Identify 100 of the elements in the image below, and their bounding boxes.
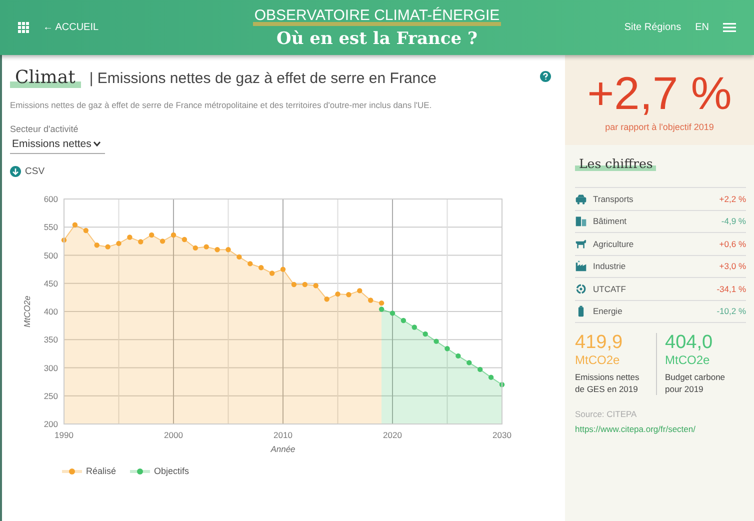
sector-value: +3,0 %: [719, 261, 746, 272]
stat-value: 419,9: [575, 333, 624, 353]
field-label: Secteur d'activité: [10, 124, 80, 134]
data-point: [478, 366, 483, 372]
data-point: [346, 292, 352, 298]
data-point: [390, 310, 396, 316]
data-point: [248, 261, 253, 266]
data-point: [499, 382, 505, 388]
source-text: Source: CITEPA: [575, 409, 638, 419]
site-title: OBSERVATOIRE CLIMAT-ÉNERGIE: [253, 6, 501, 26]
data-point: [434, 338, 439, 344]
data-point: [280, 266, 286, 272]
buildings-icon: [575, 215, 587, 228]
data-point: [105, 244, 110, 250]
axis-label: 2020: [383, 430, 402, 440]
sector-value: -10,2 %: [716, 306, 746, 316]
chevron-down-icon: [93, 141, 102, 147]
legend-label: Objectifs: [154, 466, 190, 476]
data-point: [61, 237, 67, 243]
data-point: [192, 245, 198, 251]
data-point: [149, 232, 154, 238]
stat-value: 404,0: [665, 333, 714, 353]
sector-label: Agriculture: [593, 238, 634, 249]
sector-value: -34,1 %: [716, 284, 746, 294]
data-point: [269, 270, 275, 276]
axis-label: 550: [44, 222, 58, 232]
axis-label: 1990: [54, 430, 74, 440]
car-icon: [575, 192, 587, 205]
axis-label: 300: [44, 362, 58, 373]
sector-value: -4,9 %: [721, 216, 746, 226]
sector-label: Bâtiment: [593, 216, 627, 226]
sector-dropdown[interactable]: Emissions nettes: [10, 136, 106, 154]
data-point: [488, 374, 494, 380]
data-point: [400, 318, 406, 324]
stat-label: Emissions nettes de GES en 2019: [575, 371, 640, 395]
axis-label: 200: [44, 419, 58, 429]
data-point: [302, 282, 308, 288]
headline-figure: +2,7 %: [587, 68, 732, 118]
site-subtitle: Où en est la France ?: [276, 28, 478, 48]
data-point: [226, 247, 231, 252]
data-point: [72, 222, 78, 228]
data-point: [94, 242, 100, 248]
back-link[interactable]: ← ACCUEIL: [43, 22, 99, 33]
data-point: [83, 228, 88, 234]
sector-label: Industrie: [593, 261, 626, 272]
data-point: [466, 360, 472, 366]
cow-icon: [575, 238, 587, 250]
nav-link[interactable]: Site Régions: [624, 22, 682, 33]
data-point: [422, 331, 428, 337]
data-point: [204, 244, 209, 250]
stat-label: Budget carbone pour 2019: [665, 371, 726, 395]
axis-label: 2010: [274, 430, 292, 440]
data-point: [412, 324, 417, 330]
axis-label: 600: [44, 194, 58, 204]
data-point: [313, 283, 318, 288]
factory-icon: [575, 260, 587, 272]
data-point: [116, 240, 122, 246]
description: Emissions nettes de gaz à effet de serre de France métropolitaine et des territoires d'outre-mer inclus dans l'UE.: [10, 100, 433, 110]
sector-value: +2,2 %: [719, 194, 746, 204]
section-title: Climat: [10, 67, 82, 88]
axis-title: Année: [270, 444, 296, 454]
legend-label: Réalisé: [86, 466, 116, 476]
source-link[interactable]: https://www.citepa.org/fr/secten/: [575, 424, 696, 434]
data-point: [170, 232, 176, 238]
stat-unit: MtCO2e: [665, 353, 711, 367]
sector-label: UTCATF: [593, 284, 626, 294]
sector-value: +0,6 %: [719, 238, 746, 249]
page-heading: | Emissions nettes de gaz à effet de serre en France: [89, 70, 436, 87]
help-icon[interactable]: [540, 71, 551, 82]
sector-label: Transports: [593, 194, 634, 204]
data-point: [357, 288, 362, 294]
data-point: [236, 254, 242, 260]
data-point: [291, 282, 297, 288]
axis-label: 450: [44, 278, 58, 288]
headline-caption: par rapport à l'objectif 2019: [605, 122, 714, 132]
data-point: [160, 238, 166, 244]
axis-label: 500: [44, 250, 58, 260]
axis-label: 400: [44, 306, 58, 316]
csv-download-button[interactable]: CSV: [10, 166, 45, 177]
data-point: [138, 239, 144, 244]
data-point: [214, 247, 220, 252]
data-point: [127, 234, 132, 240]
data-point: [368, 298, 374, 303]
download-icon: [10, 166, 21, 177]
section-title: Les chiffres: [575, 156, 656, 171]
axis-label: 350: [44, 334, 58, 345]
menu-icon[interactable]: [723, 23, 736, 32]
axis-label: 250: [44, 390, 58, 401]
data-point: [444, 346, 450, 352]
axis-title: MtCO2e: [22, 296, 32, 328]
sector-label: Energie: [593, 306, 622, 316]
stat-unit: MtCO2e: [575, 353, 621, 367]
axis-label: 2030: [492, 430, 512, 440]
data-point: [324, 296, 330, 302]
apps-grid-icon[interactable]: [18, 22, 29, 33]
nav-link[interactable]: EN: [695, 22, 709, 33]
data-point: [456, 353, 461, 359]
axis-label: 2000: [164, 430, 183, 440]
data-point: [335, 291, 340, 297]
data-point: [258, 265, 264, 270]
